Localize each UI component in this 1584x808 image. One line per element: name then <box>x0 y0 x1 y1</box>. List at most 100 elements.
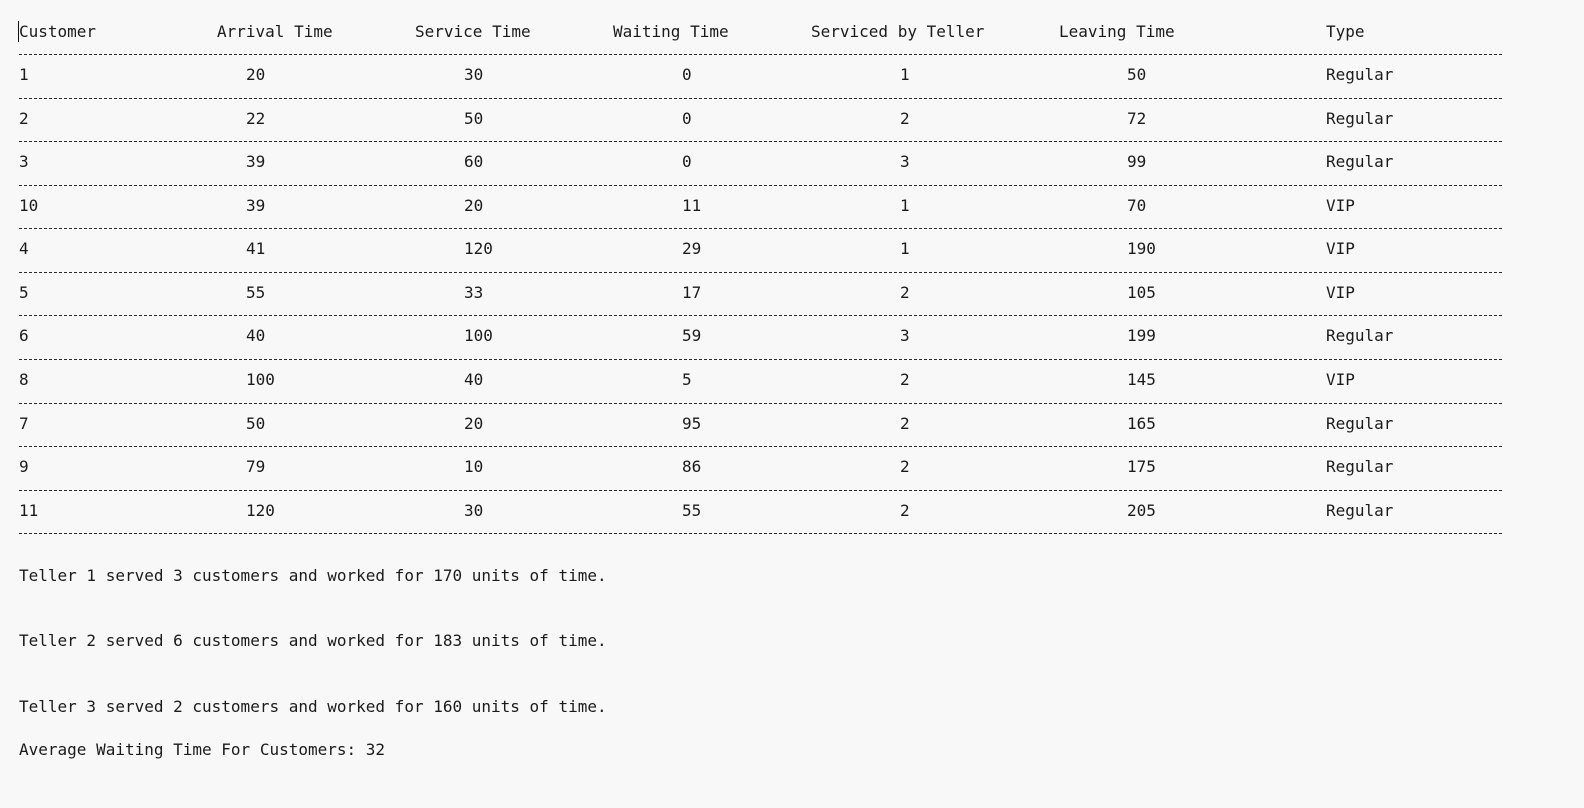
cell-customer: 6 <box>19 326 29 345</box>
cell-waiting-time: 59 <box>682 326 702 345</box>
cell-teller: 3 <box>900 326 910 345</box>
cell-waiting-time: 11 <box>682 196 702 215</box>
cell-teller: 2 <box>900 414 910 433</box>
table-divider <box>19 54 1502 55</box>
table-row: 2 22 50 0 2 72 Regular <box>19 108 1393 130</box>
header-type: Type <box>1326 22 1365 41</box>
cell-arrival-time: 120 <box>246 501 275 520</box>
cell-arrival-time: 79 <box>246 457 266 476</box>
cell-arrival-time: 40 <box>246 326 266 345</box>
table-divider <box>19 141 1502 142</box>
header-waiting-time: Waiting Time <box>613 22 729 41</box>
cell-leaving-time: 72 <box>1127 109 1147 128</box>
table-row: 4 41 120 29 1 190 VIP <box>19 238 1355 260</box>
table-divider <box>19 98 1502 99</box>
teller-1-summary: Teller 1 served 3 customers and worked f… <box>19 566 607 585</box>
table-row: 9 79 10 86 2 175 Regular <box>19 456 1393 478</box>
cell-waiting-time: 0 <box>682 109 692 128</box>
cell-leaving-time: 190 <box>1127 239 1156 258</box>
cell-waiting-time: 5 <box>682 370 692 389</box>
cell-leaving-time: 99 <box>1127 152 1147 171</box>
cell-customer: 8 <box>19 370 29 389</box>
header-customer: Customer <box>19 22 97 41</box>
cell-teller: 2 <box>900 370 910 389</box>
cell-leaving-time: 205 <box>1127 501 1156 520</box>
table-row: 11 120 30 55 2 205 Regular <box>19 500 1393 522</box>
cell-type: VIP <box>1326 370 1355 389</box>
header-leaving-time: Leaving Time <box>1059 22 1175 41</box>
cell-arrival-time: 39 <box>246 152 266 171</box>
cell-service-time: 20 <box>464 414 484 433</box>
teller-3-summary: Teller 3 served 2 customers and worked f… <box>19 697 607 716</box>
average-waiting-time: Average Waiting Time For Customers: 32 <box>19 740 386 759</box>
table-divider <box>19 446 1502 447</box>
cell-customer: 7 <box>19 414 29 433</box>
cell-type: VIP <box>1326 283 1355 302</box>
cell-type: VIP <box>1326 196 1355 215</box>
cell-teller: 2 <box>900 283 910 302</box>
cell-leaving-time: 145 <box>1127 370 1156 389</box>
header-serviced-by-teller: Serviced by Teller <box>811 22 985 41</box>
cell-waiting-time: 0 <box>682 65 692 84</box>
table-divider <box>19 403 1502 404</box>
cell-service-time: 50 <box>464 109 484 128</box>
cell-arrival-time: 55 <box>246 283 266 302</box>
cell-customer: 10 <box>19 196 39 215</box>
cell-customer: 1 <box>19 65 29 84</box>
cell-arrival-time: 20 <box>246 65 266 84</box>
cell-type: Regular <box>1326 414 1394 433</box>
cell-type: Regular <box>1326 457 1394 476</box>
cell-customer: 3 <box>19 152 29 171</box>
cell-leaving-time: 50 <box>1127 65 1147 84</box>
table-row: 6 40 100 59 3 199 Regular <box>19 325 1393 347</box>
cell-waiting-time: 95 <box>682 414 702 433</box>
cell-service-time: 33 <box>464 283 484 302</box>
cell-waiting-time: 17 <box>682 283 702 302</box>
cell-customer: 2 <box>19 109 29 128</box>
cell-service-time: 60 <box>464 152 484 171</box>
cell-arrival-time: 41 <box>246 239 266 258</box>
cell-arrival-time: 39 <box>246 196 266 215</box>
table-row: 7 50 20 95 2 165 Regular <box>19 413 1393 435</box>
cell-service-time: 10 <box>464 457 484 476</box>
cell-waiting-time: 55 <box>682 501 702 520</box>
cell-service-time: 100 <box>464 326 493 345</box>
cell-teller: 1 <box>900 196 910 215</box>
table-divider <box>19 185 1502 186</box>
table-divider <box>19 272 1502 273</box>
cell-teller: 1 <box>900 239 910 258</box>
cell-teller: 3 <box>900 152 910 171</box>
table-row: 1 20 30 0 1 50 Regular <box>19 64 1393 86</box>
cell-customer: 4 <box>19 239 29 258</box>
cell-leaving-time: 105 <box>1127 283 1156 302</box>
table-row: 3 39 60 0 3 99 Regular <box>19 151 1393 173</box>
cell-customer: 9 <box>19 457 29 476</box>
header-service-time: Service Time <box>415 22 531 41</box>
table-row: 8 100 40 5 2 145 VIP <box>19 369 1355 391</box>
cell-waiting-time: 86 <box>682 457 702 476</box>
cell-customer: 5 <box>19 283 29 302</box>
cell-type: VIP <box>1326 239 1355 258</box>
cell-type: Regular <box>1326 501 1394 520</box>
cell-leaving-time: 199 <box>1127 326 1156 345</box>
table-divider <box>19 533 1502 534</box>
table-row: 10 39 20 11 1 70 VIP <box>19 195 1355 217</box>
cell-leaving-time: 175 <box>1127 457 1156 476</box>
cell-arrival-time: 50 <box>246 414 266 433</box>
table-divider <box>19 359 1502 360</box>
table-divider <box>19 490 1502 491</box>
cell-type: Regular <box>1326 326 1394 345</box>
header-arrival-time: Arrival Time <box>217 22 333 41</box>
cell-customer: 11 <box>19 501 39 520</box>
cell-service-time: 30 <box>464 65 484 84</box>
table-row: 5 55 33 17 2 105 VIP <box>19 282 1355 304</box>
cell-waiting-time: 29 <box>682 239 702 258</box>
cell-teller: 2 <box>900 501 910 520</box>
table-header-row: Customer Arrival Time Service Time Waiti… <box>19 21 1365 43</box>
cell-type: Regular <box>1326 109 1394 128</box>
cell-service-time: 40 <box>464 370 484 389</box>
table-divider <box>19 228 1502 229</box>
cell-service-time: 20 <box>464 196 484 215</box>
cell-arrival-time: 100 <box>246 370 275 389</box>
cell-type: Regular <box>1326 152 1394 171</box>
